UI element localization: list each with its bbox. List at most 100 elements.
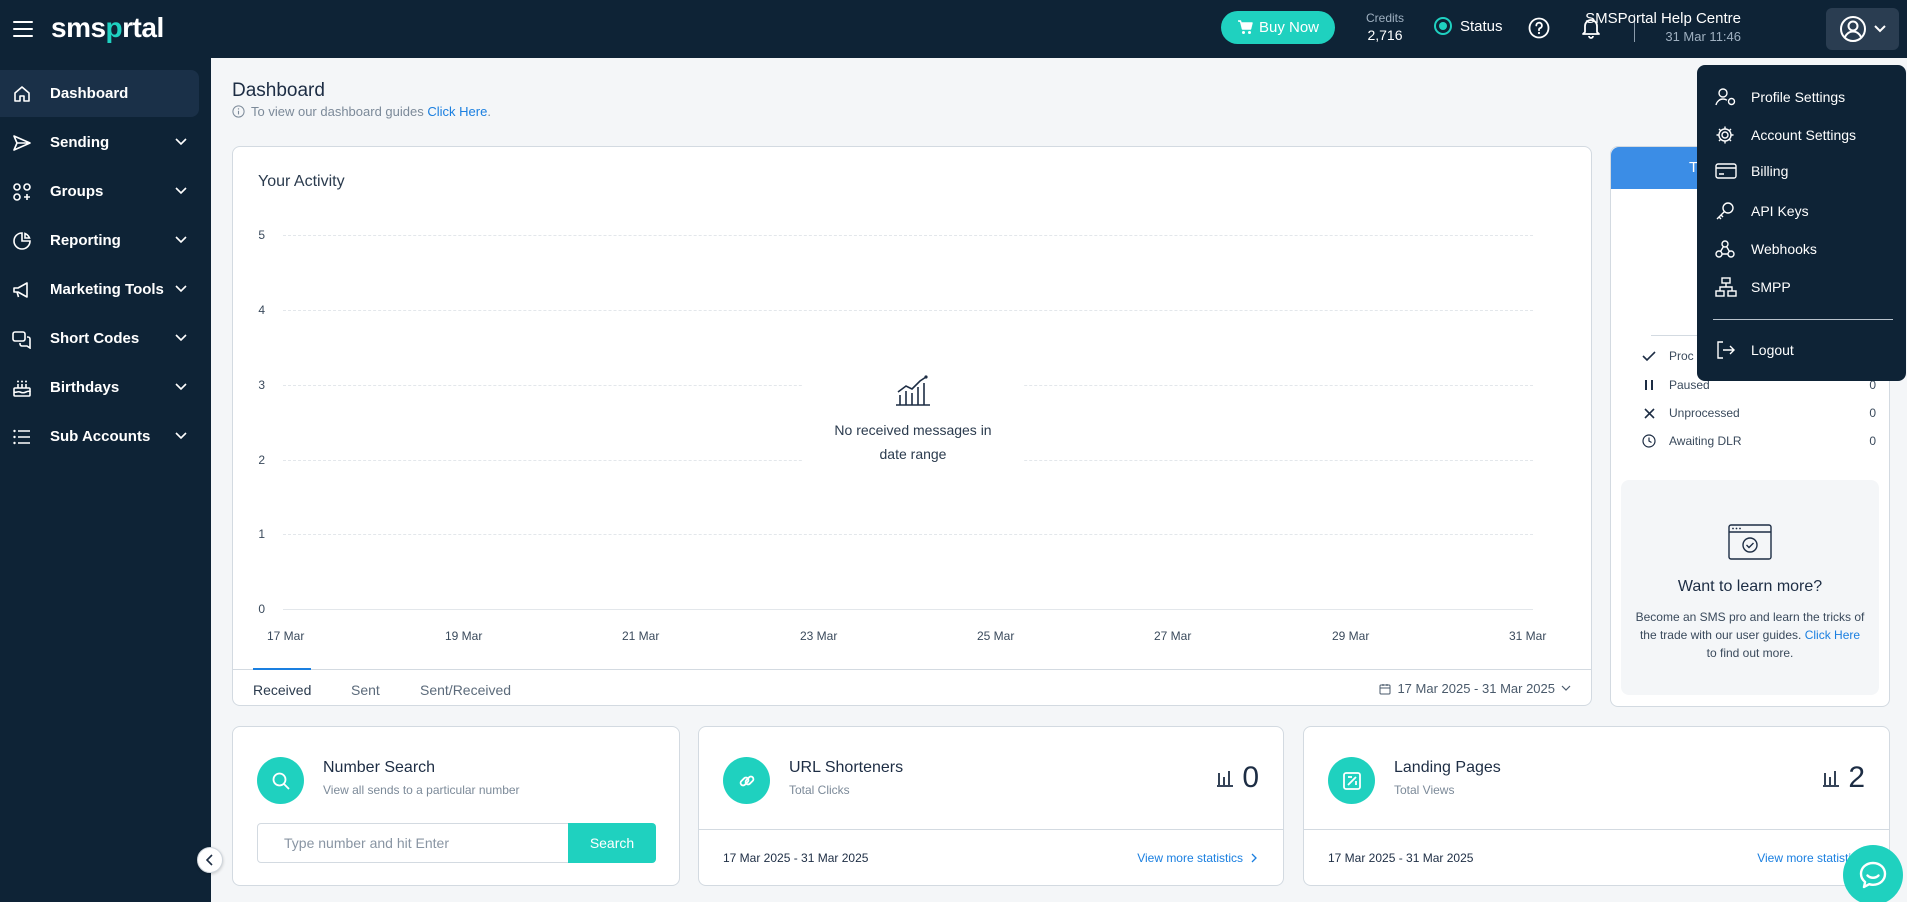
x-tick: 25 Mar	[977, 629, 1015, 643]
divider	[699, 829, 1283, 830]
url-shorteners-subtitle: Total Clicks	[789, 783, 850, 797]
tab-sent-received[interactable]: Sent/Received	[420, 682, 511, 698]
chat-widget-button[interactable]	[1843, 845, 1903, 902]
tab-sent[interactable]: Sent	[351, 682, 380, 698]
summary-label: Proc	[1669, 349, 1694, 363]
sidebar-item-sending[interactable]: Sending	[0, 119, 199, 166]
menu-item-label: Logout	[1751, 342, 1794, 358]
credits: Credits 2,716	[1365, 11, 1405, 43]
summary-value: 0	[1869, 406, 1876, 420]
sidebar-item-label: Marketing Tools	[50, 281, 164, 298]
sidebar-item-label: Dashboard	[50, 85, 129, 102]
user-avatar-icon	[1839, 15, 1867, 43]
y-tick: 5	[258, 228, 265, 242]
menu-item-api-keys[interactable]: API Keys	[1715, 201, 1895, 221]
y-tick: 4	[258, 303, 265, 317]
hamburger-menu-icon[interactable]	[12, 19, 34, 39]
activity-card: Your Activity 5 4 3 2 1 0 17 Mar 19 Mar …	[232, 146, 1592, 706]
sidebar-item-reporting[interactable]: Reporting	[0, 217, 199, 264]
no-data-text: No received messages in	[834, 422, 992, 438]
tab-received[interactable]: Received	[253, 682, 311, 698]
summary-row-awaiting-dlr: Awaiting DLR 0	[1641, 434, 1876, 448]
user-menu-button[interactable]	[1826, 8, 1899, 50]
link-icon	[723, 757, 770, 804]
activity-title: Your Activity	[258, 173, 345, 190]
sidebar-item-label: Sub Accounts	[50, 428, 151, 445]
help-centre-link[interactable]: SMSPortal Help Centre	[1585, 10, 1741, 27]
chevron-down-icon	[175, 187, 187, 195]
menu-item-profile-settings[interactable]: Profile Settings	[1715, 87, 1895, 107]
url-shorteners-title: URL Shorteners	[789, 759, 904, 776]
divider	[1304, 829, 1889, 830]
chevron-down-icon	[1561, 685, 1571, 692]
search-button[interactable]: Search	[568, 823, 656, 863]
sidebar-item-short-codes[interactable]: Short Codes	[0, 315, 199, 362]
buy-now-button[interactable]: Buy Now	[1221, 11, 1335, 44]
chevron-down-icon	[175, 432, 187, 440]
y-tick: 0	[258, 602, 265, 616]
webhook-icon	[1715, 239, 1737, 259]
summary-label: Unprocessed	[1669, 406, 1740, 420]
sidebar: Dashboard Sending Groups Reporting Marke…	[0, 58, 211, 902]
status-button[interactable]: Status	[1434, 17, 1503, 35]
sidebar-item-sub-accounts[interactable]: Sub Accounts	[0, 413, 199, 460]
logo[interactable]: smsprtal	[51, 12, 164, 44]
guide-link[interactable]: Click Here	[427, 104, 487, 119]
collapse-sidebar-button[interactable]	[197, 847, 223, 873]
help-centre[interactable]: SMSPortal Help Centre 31 Mar 11:46	[1585, 10, 1741, 44]
page-title: Dashboard	[232, 80, 325, 101]
menu-item-webhooks[interactable]: Webhooks	[1715, 239, 1895, 259]
gear-icon	[1715, 125, 1737, 145]
learn-more-end: to find out more.	[1706, 646, 1794, 660]
menu-item-smpp[interactable]: SMPP	[1715, 277, 1895, 297]
chevron-down-icon	[175, 285, 187, 293]
chevron-down-icon	[1873, 24, 1887, 34]
activity-tabs: Received Sent Sent/Received 17 Mar 2025 …	[233, 668, 1591, 706]
number-search-input[interactable]	[257, 823, 569, 863]
clock-icon	[1641, 434, 1657, 448]
chevron-left-icon	[206, 854, 214, 866]
chat-icon	[1857, 859, 1889, 891]
total-clicks-value: 0	[1242, 761, 1259, 794]
number-search-card: Number Search View all sends to a partic…	[232, 726, 680, 886]
learn-more-link[interactable]: Click Here	[1805, 628, 1860, 642]
menu-item-billing[interactable]: Billing	[1715, 163, 1895, 179]
help-icon[interactable]	[1528, 17, 1550, 39]
summary-label: Awaiting DLR	[1669, 434, 1742, 448]
total-clicks: 0	[1216, 761, 1259, 795]
chevron-right-icon	[1251, 853, 1257, 863]
sidebar-item-label: Birthdays	[50, 379, 120, 396]
bar-chart-icon	[1216, 769, 1234, 787]
credits-value: 2,716	[1367, 27, 1403, 43]
sidebar-item-dashboard[interactable]: Dashboard	[0, 70, 199, 117]
buy-now-label: Buy Now	[1258, 19, 1320, 36]
y-tick: 3	[258, 378, 265, 392]
number-search-subtitle: View all sends to a particular number	[323, 783, 520, 797]
sidebar-item-label: Groups	[50, 183, 104, 200]
sidebar-item-birthdays[interactable]: Birthdays	[0, 364, 199, 411]
landing-page-icon	[1328, 757, 1375, 804]
menu-item-label: Webhooks	[1751, 241, 1817, 257]
menu-item-label: Billing	[1751, 163, 1789, 179]
menu-item-account-settings[interactable]: Account Settings	[1715, 125, 1895, 145]
user-settings-icon	[1715, 87, 1737, 107]
date-range-picker[interactable]: 17 Mar 2025 - 31 Mar 2025	[1379, 681, 1571, 696]
url-shorteners-view-more-link[interactable]: View more statistics	[1137, 851, 1257, 865]
top-bar: smsprtal Buy Now Credits 2,716 Status SM…	[0, 0, 1907, 58]
sidebar-item-marketing-tools[interactable]: Marketing Tools	[0, 266, 199, 313]
menu-item-label: API Keys	[1751, 203, 1809, 219]
menu-item-logout[interactable]: Logout	[1715, 340, 1895, 360]
x-tick: 17 Mar	[267, 629, 305, 643]
y-tick: 1	[258, 527, 265, 541]
sidebar-item-label: Short Codes	[50, 330, 140, 347]
landing-pages-title: Landing Pages	[1394, 759, 1501, 776]
x-tick: 31 Mar	[1509, 629, 1547, 643]
line-chart-icon	[894, 375, 932, 407]
total-views: 2	[1822, 761, 1865, 795]
status-label: Status	[1460, 17, 1503, 35]
search-icon	[257, 757, 304, 804]
user-dropdown-menu: Profile Settings Account Settings Billin…	[1697, 65, 1906, 381]
x-axis-line	[283, 609, 1533, 610]
sidebar-item-groups[interactable]: Groups	[0, 168, 199, 215]
birthday-cake-icon	[12, 378, 34, 398]
